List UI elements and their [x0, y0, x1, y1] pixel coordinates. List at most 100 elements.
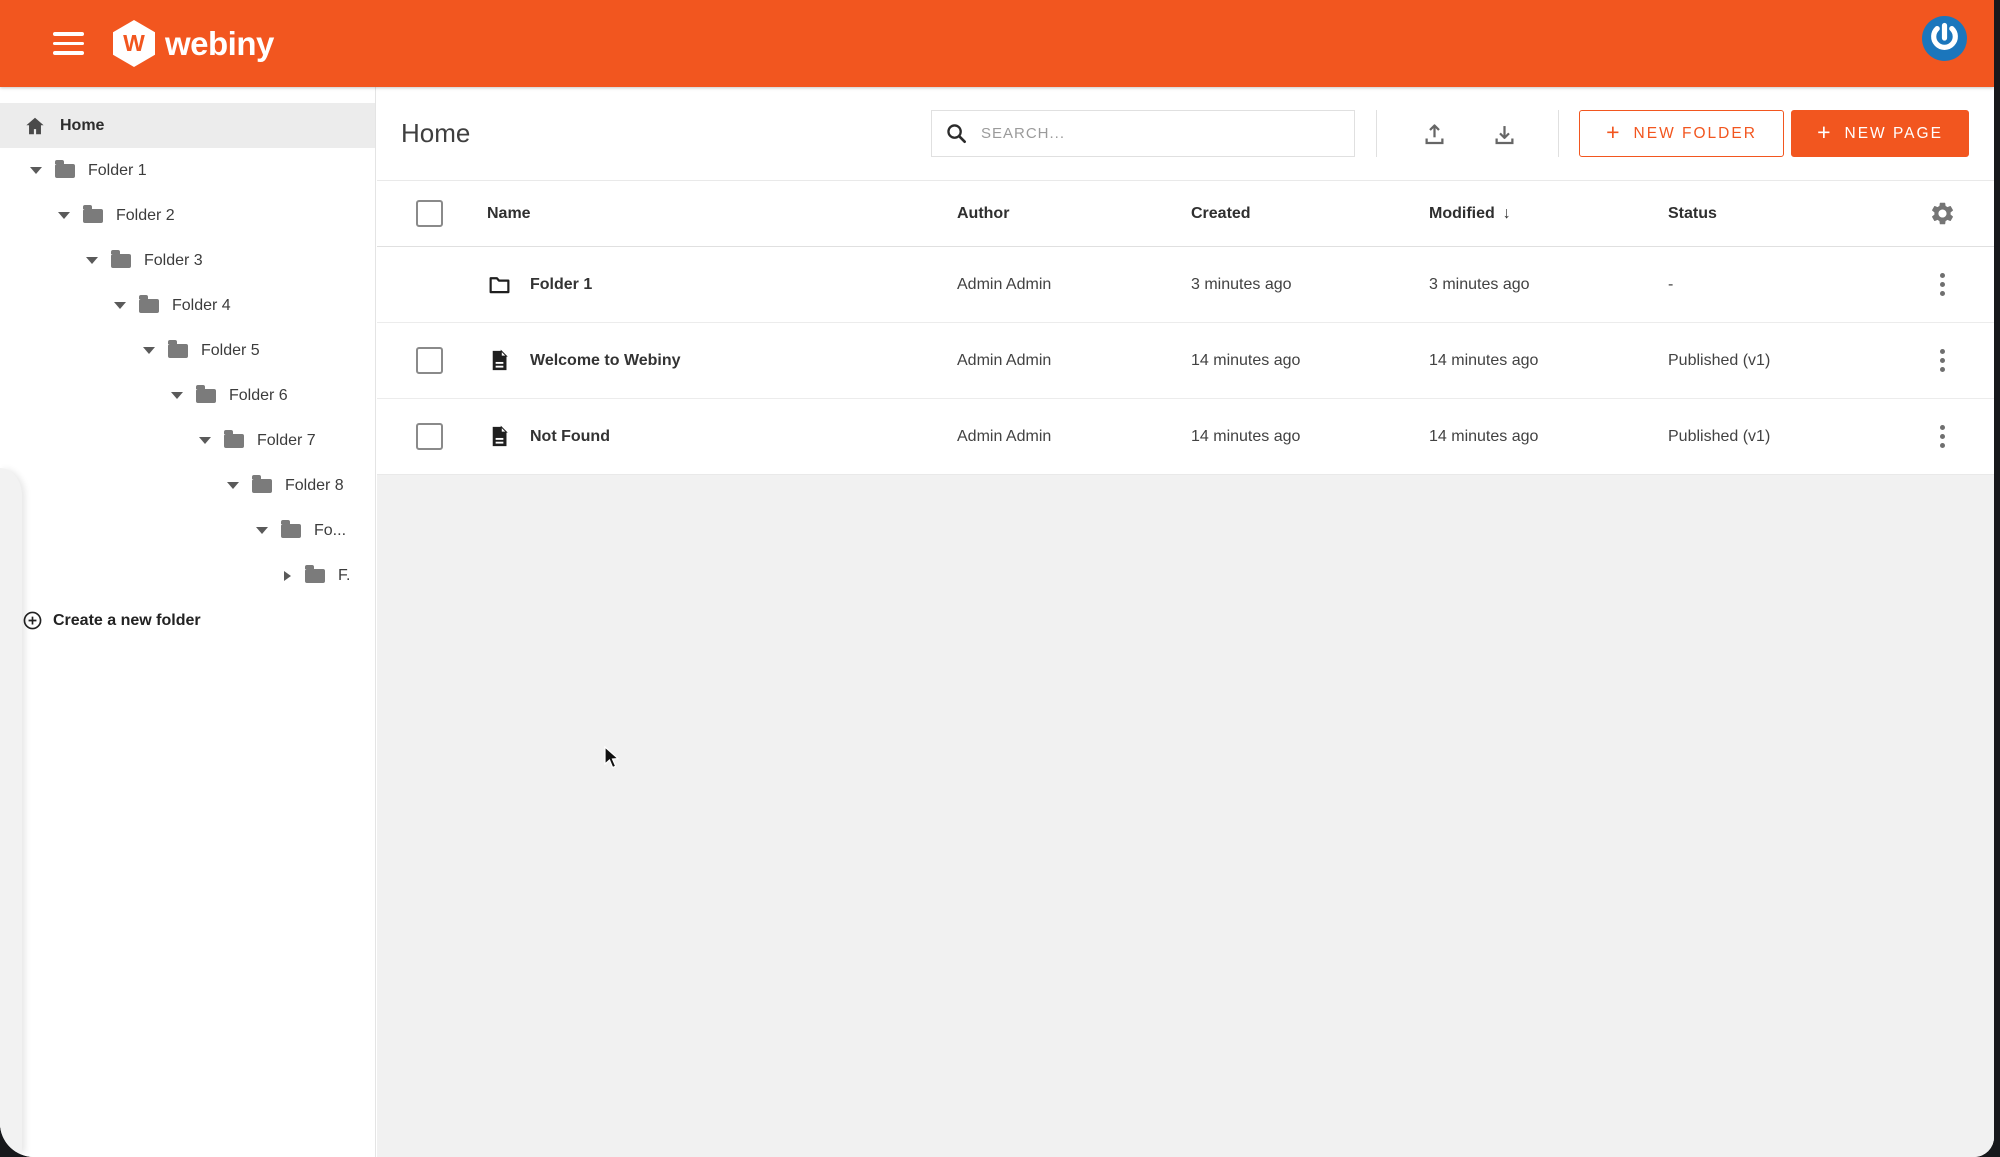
column-header-name[interactable]: Name — [487, 205, 957, 223]
new-folder-button[interactable]: + NEW FOLDER — [1579, 110, 1784, 157]
row-author: Admin Admin — [957, 428, 1191, 446]
app-window: W webiny Home Folder 1 Folder 2 — [0, 0, 1994, 1157]
gear-icon[interactable] — [1929, 200, 1956, 227]
row-author: Admin Admin — [957, 276, 1191, 294]
main-content: Home — [377, 87, 1994, 1157]
chevron-down-icon[interactable] — [227, 482, 239, 489]
chevron-down-icon[interactable] — [171, 392, 183, 399]
chevron-down-icon[interactable] — [256, 527, 268, 534]
create-new-folder-button[interactable]: Create a new folder — [0, 598, 375, 643]
new-folder-label: NEW FOLDER — [1634, 125, 1757, 143]
search-input[interactable] — [981, 125, 1354, 142]
search-box — [931, 110, 1355, 157]
row-author: Admin Admin — [957, 352, 1191, 370]
table-row[interactable]: Welcome to Webiny Admin Admin 14 minutes… — [377, 323, 1994, 399]
folder-sidebar: Home Folder 1 Folder 2 Folder 3 Folder 4… — [0, 87, 376, 1157]
row-name[interactable]: Welcome to Webiny — [530, 352, 681, 370]
tree-item-label: Folder 2 — [116, 207, 175, 225]
create-new-folder-label: Create a new folder — [53, 612, 201, 630]
tree-item-folder-2[interactable]: Folder 2 — [0, 193, 375, 238]
toolbar-divider — [1558, 110, 1559, 157]
toolbar-divider — [1376, 110, 1377, 157]
chevron-down-icon[interactable] — [86, 257, 98, 264]
folder-icon — [196, 389, 216, 403]
download-tray-icon — [1491, 121, 1518, 148]
tree-item-folder-9[interactable]: Fo... — [0, 508, 375, 553]
content-toolbar: Home — [377, 87, 1994, 180]
new-page-button[interactable]: + NEW PAGE — [1791, 110, 1969, 157]
column-header-author[interactable]: Author — [957, 205, 1191, 223]
chevron-right-icon[interactable] — [284, 571, 291, 581]
table-row[interactable]: Folder 1 Admin Admin 3 minutes ago 3 min… — [377, 247, 1994, 323]
import-pages-button[interactable] — [1412, 112, 1456, 156]
tree-item-folder-10[interactable]: F. — [0, 553, 375, 598]
row-name[interactable]: Not Found — [530, 428, 610, 446]
tree-item-label: Folder 1 — [88, 162, 147, 180]
tree-item-folder-3[interactable]: Folder 3 — [0, 238, 375, 283]
folder-icon — [224, 434, 244, 448]
gravatar-power-icon — [1922, 16, 1967, 61]
folder-icon — [168, 344, 188, 358]
select-row-checkbox[interactable] — [416, 423, 443, 450]
row-modified: 14 minutes ago — [1429, 352, 1668, 370]
row-name[interactable]: Folder 1 — [530, 276, 592, 294]
chevron-down-icon[interactable] — [199, 437, 211, 444]
folder-icon — [111, 254, 131, 268]
row-menu-kebab-icon[interactable] — [1934, 267, 1951, 302]
folder-outline-icon — [487, 272, 512, 297]
chevron-down-icon[interactable] — [143, 347, 155, 354]
table-row[interactable]: Not Found Admin Admin 14 minutes ago 14 … — [377, 399, 1994, 475]
row-status: Published (v1) — [1668, 428, 1908, 446]
search-icon — [945, 122, 968, 145]
tree-item-label: Folder 8 — [285, 477, 344, 495]
tree-item-folder-6[interactable]: Folder 6 — [0, 373, 375, 418]
chevron-down-icon[interactable] — [114, 302, 126, 309]
export-pages-button[interactable] — [1482, 112, 1526, 156]
plus-icon: + — [1817, 119, 1832, 146]
chevron-down-icon[interactable] — [30, 167, 42, 174]
row-modified: 14 minutes ago — [1429, 428, 1668, 446]
document-icon — [487, 424, 512, 449]
webiny-hexagon-icon: W — [113, 20, 155, 67]
row-menu-kebab-icon[interactable] — [1934, 419, 1951, 454]
column-header-modified-label: Modified — [1429, 205, 1495, 222]
select-all-checkbox[interactable] — [416, 200, 443, 227]
tree-item-folder-1[interactable]: Folder 1 — [0, 148, 375, 193]
column-header-status[interactable]: Status — [1668, 205, 1908, 223]
upload-tray-icon — [1421, 121, 1448, 148]
column-header-created[interactable]: Created — [1191, 205, 1429, 223]
row-status: Published (v1) — [1668, 352, 1908, 370]
tree-item-label: Folder 3 — [144, 252, 203, 270]
sidebar-home-label: Home — [60, 117, 104, 135]
menu-icon[interactable] — [53, 32, 84, 55]
tree-item-label: Folder 4 — [172, 297, 231, 315]
tree-item-folder-8[interactable]: Folder 8 — [0, 463, 375, 508]
tree-item-folder-4[interactable]: Folder 4 — [0, 283, 375, 328]
row-menu-kebab-icon[interactable] — [1934, 343, 1951, 378]
tree-item-folder-7[interactable]: Folder 7 — [0, 418, 375, 463]
page-title: Home — [401, 87, 470, 180]
logo-wordmark: webiny — [165, 25, 274, 63]
tree-item-folder-5[interactable]: Folder 5 — [0, 328, 375, 373]
select-row-checkbox[interactable] — [416, 347, 443, 374]
folder-icon — [252, 479, 272, 493]
plus-icon: + — [1606, 119, 1621, 146]
sidebar-item-home[interactable]: Home — [0, 103, 375, 148]
tree-item-label: F. — [338, 567, 350, 585]
plus-circle-icon — [22, 610, 43, 631]
top-app-bar: W webiny — [0, 0, 1994, 87]
new-page-label: NEW PAGE — [1845, 125, 1943, 143]
webiny-logo[interactable]: W webiny — [113, 20, 274, 67]
table-header-row: Name Author Created Modified ↓ Status — [377, 181, 1994, 247]
row-status: - — [1668, 276, 1908, 294]
chevron-down-icon[interactable] — [58, 212, 70, 219]
content-empty-area — [377, 475, 1994, 1157]
drawer-edge — [0, 468, 22, 1152]
row-created: 14 minutes ago — [1191, 352, 1429, 370]
row-created: 14 minutes ago — [1191, 428, 1429, 446]
column-header-modified[interactable]: Modified ↓ — [1429, 205, 1668, 223]
sort-descending-icon: ↓ — [1503, 205, 1511, 222]
house-icon — [24, 115, 46, 137]
user-avatar[interactable] — [1922, 16, 1967, 61]
tree-item-label: Folder 5 — [201, 342, 260, 360]
